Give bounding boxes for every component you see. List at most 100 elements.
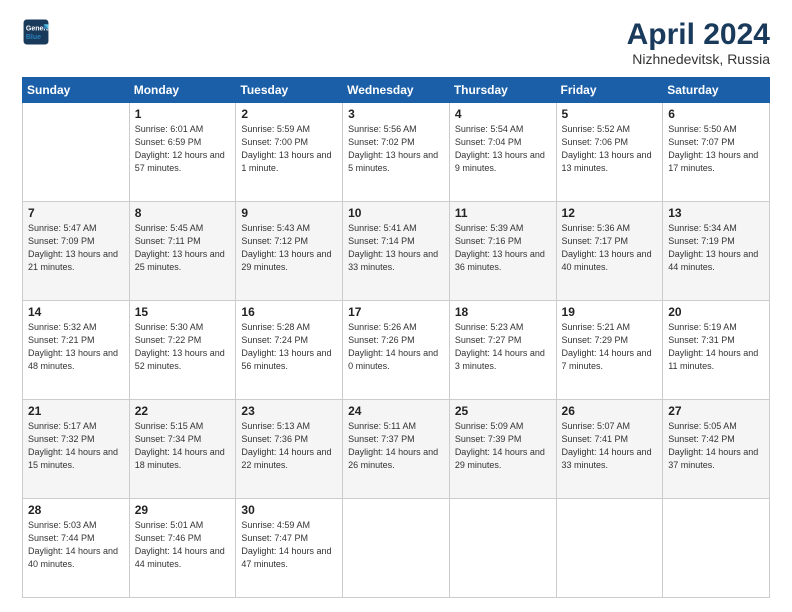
calendar-cell: 23Sunrise: 5:13 AM Sunset: 7:36 PM Dayli… — [236, 400, 343, 499]
day-info: Sunrise: 4:59 AM Sunset: 7:47 PM Dayligh… — [241, 519, 337, 571]
calendar-cell: 28 Sunrise: 5:03 AM Sunset: 7:44 PM Dayli… — [23, 499, 130, 598]
day-info: Sunrise: 6:01 AM Sunset: 6:59 PM Dayligh… — [135, 123, 231, 175]
calendar-cell: 11 Sunrise: 5:39 AM Sunset: 7:16 PM Dayli… — [449, 202, 556, 301]
calendar-cell: 22 Sunrise: 5:15 AM Sunset: 7:34 PM Dayli… — [129, 400, 236, 499]
day-number: 20 — [668, 305, 764, 319]
day-header-saturday: Saturday — [663, 78, 770, 103]
day-header-wednesday: Wednesday — [343, 78, 450, 103]
day-number: 18 — [455, 305, 551, 319]
calendar-cell: 7 Sunrise: 5:47 AM Sunset: 7:09 PM Daylig… — [23, 202, 130, 301]
day-info: Sunrise: 5:30 AM Sunset: 7:22 PM Dayligh… — [135, 321, 231, 373]
day-info: Sunrise: 5:28 AM Sunset: 7:24 PM Dayligh… — [241, 321, 337, 373]
day-info: Sunrise: 5:19 AM Sunset: 7:31 PM Dayligh… — [668, 321, 764, 373]
day-info: Sunrise: 5:41 AM Sunset: 7:14 PM Dayligh… — [348, 222, 444, 274]
day-info: Sunrise: 5:01 AM Sunset: 7:46 PM Dayligh… — [135, 519, 231, 571]
calendar-cell: 16 Sunrise: 5:28 AM Sunset: 7:24 PM Dayli… — [236, 301, 343, 400]
day-number: 4 — [455, 107, 551, 121]
day-number: 28 — [28, 503, 124, 517]
day-number: 26 — [562, 404, 658, 418]
day-info: Sunrise: 5:47 AM Sunset: 7:09 PM Dayligh… — [28, 222, 124, 274]
day-number: 3 — [348, 107, 444, 121]
day-info: Sunrise: 5:23 AM Sunset: 7:27 PM Dayligh… — [455, 321, 551, 373]
day-info: Sunrise: 5:52 AM Sunset: 7:06 PM Dayligh… — [562, 123, 658, 175]
day-number: 15 — [135, 305, 231, 319]
day-number: 7 — [28, 206, 124, 220]
day-number: 17 — [348, 305, 444, 319]
day-header-thursday: Thursday — [449, 78, 556, 103]
calendar-cell: 17 Sunrise: 5:26 AM Sunset: 7:26 PM Dayli… — [343, 301, 450, 400]
day-info: Sunrise: 5:07 AM Sunset: 7:41 PM Dayligh… — [562, 420, 658, 472]
day-number: 14 — [28, 305, 124, 319]
day-info: Sunrise: 5:50 AM Sunset: 7:07 PM Dayligh… — [668, 123, 764, 175]
day-number: 12 — [562, 206, 658, 220]
calendar-cell: 14 Sunrise: 5:32 AM Sunset: 7:21 PM Dayli… — [23, 301, 130, 400]
day-info: Sunrise: 5:15 AM Sunset: 7:34 PM Dayligh… — [135, 420, 231, 472]
calendar-cell: 8Sunrise: 5:45 AM Sunset: 7:11 PM Daylig… — [129, 202, 236, 301]
calendar-cell — [449, 499, 556, 598]
day-number: 27 — [668, 404, 764, 418]
calendar-cell — [23, 103, 130, 202]
day-info: Sunrise: 5:03 AM Sunset: 7:44 PM Dayligh… — [28, 519, 124, 571]
title-block: April 2024 Nizhnedevitsk, Russia — [627, 18, 770, 67]
logo-icon: General Blue — [22, 18, 50, 46]
calendar-cell: 24Sunrise: 5:11 AM Sunset: 7:37 PM Dayli… — [343, 400, 450, 499]
calendar-cell — [663, 499, 770, 598]
calendar-cell: 3 Sunrise: 5:56 AM Sunset: 7:02 PM Daylig… — [343, 103, 450, 202]
day-info: Sunrise: 5:13 AM Sunset: 7:36 PM Dayligh… — [241, 420, 337, 472]
day-number: 6 — [668, 107, 764, 121]
day-header-friday: Friday — [556, 78, 663, 103]
calendar-cell: 15 Sunrise: 5:30 AM Sunset: 7:22 PM Dayli… — [129, 301, 236, 400]
calendar-cell: 6 Sunrise: 5:50 AM Sunset: 7:07 PM Daylig… — [663, 103, 770, 202]
day-number: 1 — [135, 107, 231, 121]
day-info: Sunrise: 5:26 AM Sunset: 7:26 PM Dayligh… — [348, 321, 444, 373]
day-number: 11 — [455, 206, 551, 220]
location: Nizhnedevitsk, Russia — [627, 51, 770, 67]
calendar-cell: 21 Sunrise: 5:17 AM Sunset: 7:32 PM Dayli… — [23, 400, 130, 499]
calendar-cell: 9Sunrise: 5:43 AM Sunset: 7:12 PM Daylig… — [236, 202, 343, 301]
header: General Blue April 2024 Nizhnedevitsk, R… — [22, 18, 770, 67]
day-number: 5 — [562, 107, 658, 121]
calendar-cell: 27Sunrise: 5:05 AM Sunset: 7:42 PM Dayli… — [663, 400, 770, 499]
calendar-week-3: 14 Sunrise: 5:32 AM Sunset: 7:21 PM Dayli… — [23, 301, 770, 400]
calendar-cell: 29 Sunrise: 5:01 AM Sunset: 7:46 PM Dayli… — [129, 499, 236, 598]
day-info: Sunrise: 5:17 AM Sunset: 7:32 PM Dayligh… — [28, 420, 124, 472]
calendar-week-2: 7 Sunrise: 5:47 AM Sunset: 7:09 PM Daylig… — [23, 202, 770, 301]
calendar-cell: 1 Sunrise: 6:01 AM Sunset: 6:59 PM Daylig… — [129, 103, 236, 202]
day-number: 24 — [348, 404, 444, 418]
calendar-cell: 4 Sunrise: 5:54 AM Sunset: 7:04 PM Daylig… — [449, 103, 556, 202]
page: General Blue April 2024 Nizhnedevitsk, R… — [0, 0, 792, 612]
day-header-sunday: Sunday — [23, 78, 130, 103]
day-header-monday: Monday — [129, 78, 236, 103]
day-number: 29 — [135, 503, 231, 517]
day-number: 22 — [135, 404, 231, 418]
calendar-cell: 10 Sunrise: 5:41 AM Sunset: 7:14 PM Dayli… — [343, 202, 450, 301]
calendar-week-4: 21 Sunrise: 5:17 AM Sunset: 7:32 PM Dayli… — [23, 400, 770, 499]
calendar-cell: 5 Sunrise: 5:52 AM Sunset: 7:06 PM Daylig… — [556, 103, 663, 202]
day-info: Sunrise: 5:54 AM Sunset: 7:04 PM Dayligh… — [455, 123, 551, 175]
calendar-cell: 26 Sunrise: 5:07 AM Sunset: 7:41 PM Dayli… — [556, 400, 663, 499]
day-number: 30 — [241, 503, 337, 517]
day-info: Sunrise: 5:43 AM Sunset: 7:12 PM Dayligh… — [241, 222, 337, 274]
svg-text:Blue: Blue — [26, 34, 41, 41]
day-number: 16 — [241, 305, 337, 319]
calendar-cell: 20 Sunrise: 5:19 AM Sunset: 7:31 PM Dayli… — [663, 301, 770, 400]
calendar-table: SundayMondayTuesdayWednesdayThursdayFrid… — [22, 77, 770, 598]
day-number: 13 — [668, 206, 764, 220]
day-info: Sunrise: 5:56 AM Sunset: 7:02 PM Dayligh… — [348, 123, 444, 175]
day-info: Sunrise: 5:21 AM Sunset: 7:29 PM Dayligh… — [562, 321, 658, 373]
day-info: Sunrise: 5:59 AM Sunset: 7:00 PM Dayligh… — [241, 123, 337, 175]
calendar-cell: 25 Sunrise: 5:09 AM Sunset: 7:39 PM Dayli… — [449, 400, 556, 499]
day-info: Sunrise: 5:39 AM Sunset: 7:16 PM Dayligh… — [455, 222, 551, 274]
day-info: Sunrise: 5:45 AM Sunset: 7:11 PM Dayligh… — [135, 222, 231, 274]
day-info: Sunrise: 5:32 AM Sunset: 7:21 PM Dayligh… — [28, 321, 124, 373]
calendar-week-1: 1 Sunrise: 6:01 AM Sunset: 6:59 PM Daylig… — [23, 103, 770, 202]
calendar-cell: 30 Sunrise: 4:59 AM Sunset: 7:47 PM Dayli… — [236, 499, 343, 598]
calendar-cell: 18 Sunrise: 5:23 AM Sunset: 7:27 PM Dayli… — [449, 301, 556, 400]
day-number: 10 — [348, 206, 444, 220]
day-info: Sunrise: 5:34 AM Sunset: 7:19 PM Dayligh… — [668, 222, 764, 274]
day-info: Sunrise: 5:09 AM Sunset: 7:39 PM Dayligh… — [455, 420, 551, 472]
day-number: 2 — [241, 107, 337, 121]
day-number: 21 — [28, 404, 124, 418]
day-number: 25 — [455, 404, 551, 418]
day-info: Sunrise: 5:36 AM Sunset: 7:17 PM Dayligh… — [562, 222, 658, 274]
